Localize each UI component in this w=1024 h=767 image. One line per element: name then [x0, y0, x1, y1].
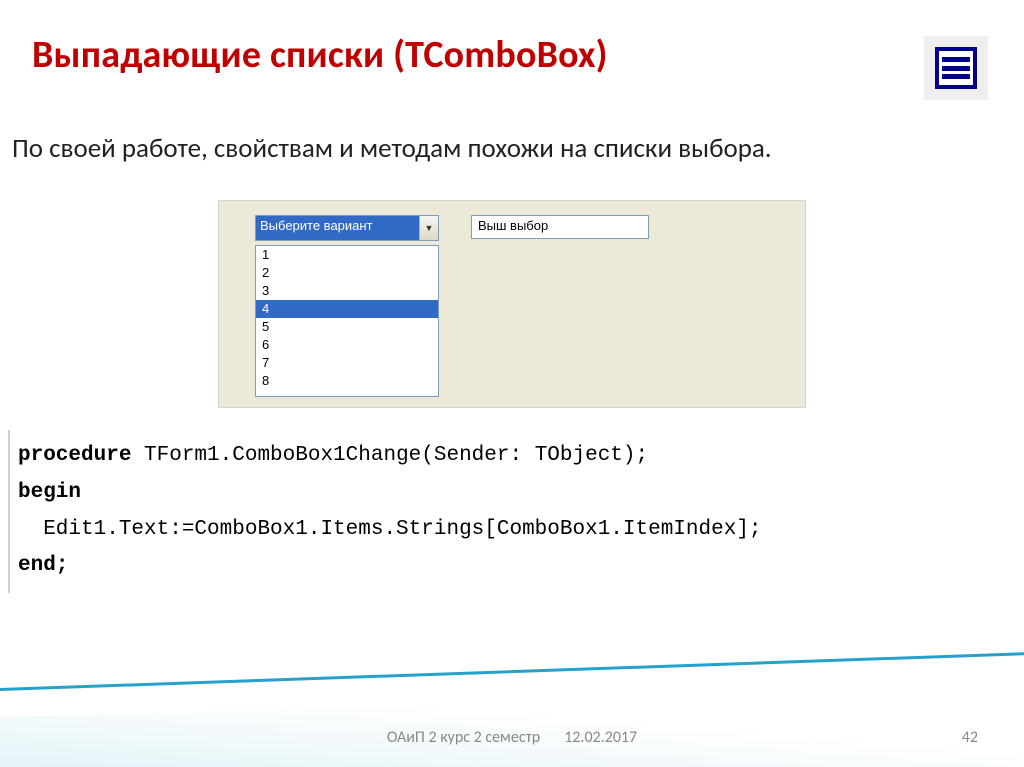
slide-footer: ОАиП 2 курс 2 семестр 12.02.2017 42: [0, 728, 1024, 747]
combobox-icon: [935, 47, 977, 89]
footer-date: 12.02.2017: [564, 728, 637, 747]
combobox-palette-icon: [924, 36, 988, 100]
code-text: Edit1.Text:=ComboBox1.Items.Strings[Comb…: [18, 518, 762, 541]
slide-number: 42: [962, 728, 978, 747]
slide-title: Выпадающие списки (TComboBox): [32, 32, 608, 78]
description-text: По своей работе, свойствам и методам пох…: [12, 132, 1004, 166]
code-sample: procedure TForm1.ComboBox1Change(Sender:…: [8, 430, 1004, 593]
list-item[interactable]: 7: [256, 354, 438, 372]
code-keyword: procedure: [18, 444, 131, 467]
list-item[interactable]: 1: [256, 246, 438, 264]
list-item[interactable]: 2: [256, 264, 438, 282]
footer-course: ОАиП 2 курс 2 семестр: [387, 728, 540, 747]
code-keyword: end;: [18, 554, 68, 577]
chevron-down-icon[interactable]: ▼: [419, 216, 438, 240]
form-panel: Выберите вариант ▼ 1 2 3 4 5 6 7 8 Выш в…: [218, 200, 806, 408]
list-item[interactable]: 5: [256, 318, 438, 336]
list-item[interactable]: 6: [256, 336, 438, 354]
list-item[interactable]: 3: [256, 282, 438, 300]
choice-edit[interactable]: Выш выбор: [471, 215, 649, 239]
code-keyword: begin: [18, 481, 81, 504]
combobox-dropdown-list[interactable]: 1 2 3 4 5 6 7 8: [255, 245, 439, 397]
code-text: TForm1.ComboBox1Change(Sender: TObject);: [131, 444, 648, 467]
variant-combobox[interactable]: Выберите вариант ▼: [255, 215, 439, 241]
combobox-selected-text: Выберите вариант: [256, 216, 419, 240]
accent-line: [0, 652, 1024, 691]
list-item[interactable]: 8: [256, 372, 438, 390]
list-item[interactable]: 4: [256, 300, 438, 318]
